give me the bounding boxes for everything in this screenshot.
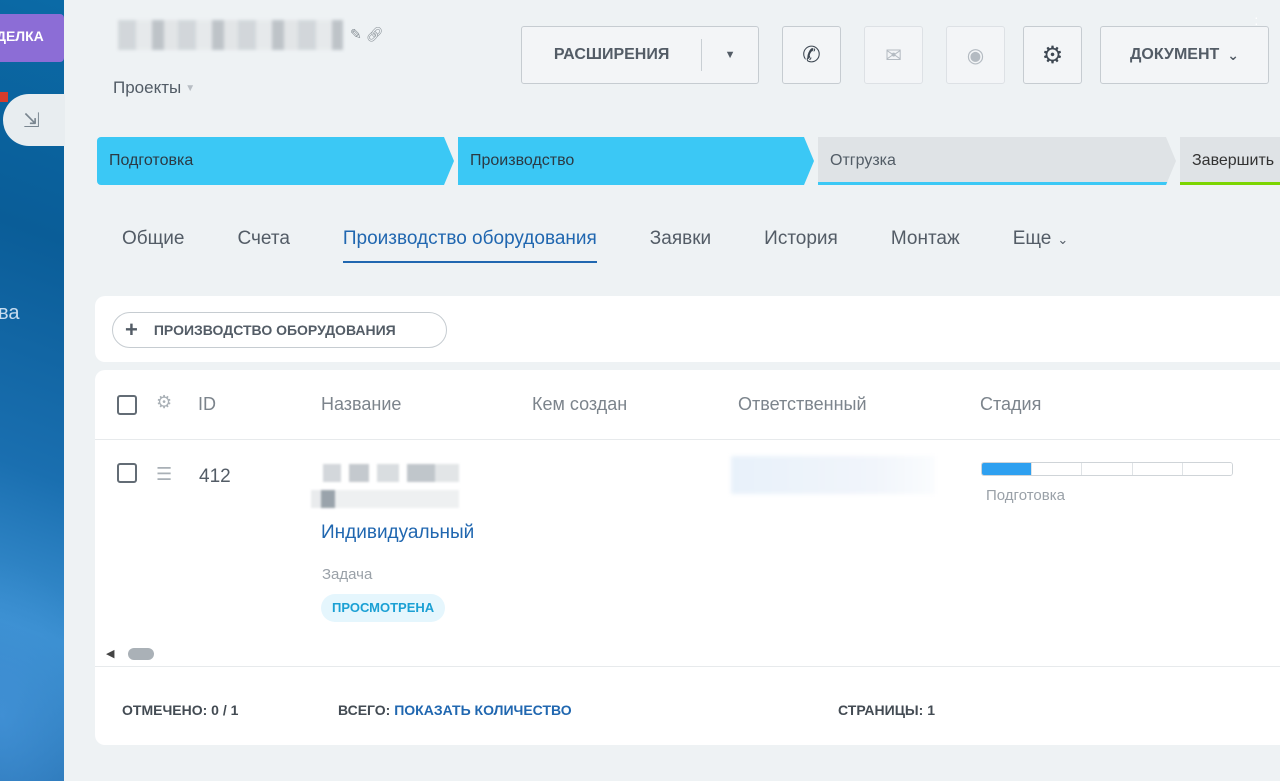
column-header-id[interactable]: ID: [198, 394, 216, 415]
progress-segment: [1032, 463, 1083, 475]
chat-icon: ◉: [966, 44, 985, 67]
collapse-arrow-icon: ⇲: [23, 110, 40, 132]
notification-marker: [0, 92, 8, 102]
chevron-down-icon: ▼: [185, 83, 196, 95]
slider-collapse-button[interactable]: ⇲: [3, 94, 65, 146]
items-grid: ⚙ ID Название Кем создан Ответственный С…: [95, 370, 1280, 745]
extensions-label: РАСШИРЕНИЯ: [553, 46, 670, 63]
marked-value: 0 / 1: [211, 702, 239, 718]
pages-value: 1: [927, 702, 935, 718]
settings-button[interactable]: ⚙: [1023, 26, 1082, 84]
scroll-left-arrow-icon[interactable]: ◀: [106, 647, 114, 660]
stage-production[interactable]: Производство: [458, 137, 814, 185]
sidebar-partial-text: ва: [0, 302, 20, 324]
marked-label: ОТМЕЧЕНО:: [122, 702, 208, 718]
progress-segment: [1082, 463, 1133, 475]
document-button[interactable]: ДОКУМЕНТ ⌄: [1100, 26, 1269, 84]
more-menu-icon[interactable]: · ·: [1254, 10, 1259, 30]
section-selector[interactable]: Проекты ▼: [113, 78, 195, 98]
tab-history[interactable]: История: [764, 225, 838, 263]
chevron-down-icon: ⌄: [1057, 232, 1069, 247]
sidebar-background-glow: [0, 560, 64, 781]
detail-tabs: Общие Счета Производство оборудования За…: [122, 225, 1121, 265]
row-checkbox[interactable]: [117, 463, 137, 483]
sidebar-deal-badge[interactable]: ДЕЛКА: [0, 14, 64, 62]
tab-invoices[interactable]: Счета: [237, 225, 289, 263]
stage-progress-bar[interactable]: [981, 462, 1233, 476]
page-title-redacted: [118, 20, 343, 50]
row-type-label: Задача: [322, 566, 373, 583]
total-count: ВСЕГО: ПОКАЗАТЬ КОЛИЧЕСТВО: [338, 702, 572, 718]
title-edit-icons[interactable]: ✎ 🔗︎: [350, 26, 383, 43]
row-id: 412: [199, 466, 231, 487]
phone-icon: ✆: [802, 42, 821, 67]
tab-installation[interactable]: Монтаж: [891, 225, 960, 263]
extensions-button[interactable]: РАСШИРЕНИЯ ▼: [521, 26, 759, 84]
gear-icon: ⚙: [1041, 41, 1064, 69]
progress-segment: [1182, 463, 1232, 475]
document-label: ДОКУМЕНТ: [1129, 46, 1220, 63]
tab-general[interactable]: Общие: [122, 225, 184, 263]
column-settings-gear-icon[interactable]: ⚙: [156, 392, 172, 413]
chevron-down-icon: ⌄: [1227, 46, 1240, 63]
plus-icon: +: [125, 317, 138, 342]
add-button-label: ПРОИЗВОДСТВО ОБОРУДОВАНИЯ: [153, 322, 396, 338]
stage-shipment[interactable]: Отгрузка: [818, 137, 1176, 185]
status-badge: ПРОСМОТРЕНА: [321, 594, 446, 622]
row-name-redacted: [311, 464, 459, 508]
mail-icon: ✉: [885, 44, 902, 67]
section-label: Проекты: [113, 78, 182, 97]
toolbar-panel: + ПРОИЗВОДСТВО ОБОРУДОВАНИЯ: [95, 296, 1280, 362]
pages-count: СТРАНИЦЫ: 1: [838, 702, 935, 718]
column-header-name[interactable]: Название: [321, 394, 401, 415]
grid-footer: ОТМЕЧЕНО: 0 / 1 ВСЕГО: ПОКАЗАТЬ КОЛИЧЕСТ…: [95, 666, 1280, 745]
marked-count: ОТМЕЧЕНО: 0 / 1: [122, 702, 238, 718]
total-label: ВСЕГО:: [338, 702, 391, 718]
row-name-link[interactable]: Индивидуальный: [321, 522, 474, 544]
column-header-created-by[interactable]: Кем создан: [532, 394, 627, 415]
tab-requests[interactable]: Заявки: [650, 225, 711, 263]
pages-label: СТРАНИЦЫ:: [838, 702, 924, 718]
extensions-dropdown-icon[interactable]: ▼: [702, 49, 758, 61]
call-button[interactable]: ✆: [782, 26, 841, 84]
select-all-checkbox[interactable]: [117, 395, 137, 415]
progress-segment: [982, 463, 1033, 475]
progress-segment: [1132, 463, 1183, 475]
tab-more-label: Еще: [1012, 228, 1052, 249]
chat-button[interactable]: ◉: [946, 26, 1005, 84]
tab-equipment-production[interactable]: Производство оборудования: [342, 225, 597, 263]
grid-header: ⚙ ID Название Кем создан Ответственный С…: [95, 370, 1280, 440]
row-drag-handle-icon[interactable]: ☰: [156, 464, 172, 485]
stage-preparation[interactable]: Подготовка: [97, 137, 454, 185]
tab-more[interactable]: Еще ⌄: [1013, 225, 1069, 263]
show-count-link[interactable]: ПОКАЗАТЬ КОЛИЧЕСТВО: [394, 702, 571, 718]
add-equipment-production-button[interactable]: + ПРОИЗВОДСТВО ОБОРУДОВАНИЯ: [112, 312, 447, 348]
row-responsible-redacted: [731, 456, 935, 494]
stage-finish[interactable]: Завершить: [1180, 137, 1280, 185]
horizontal-scrollbar-thumb[interactable]: [128, 648, 154, 660]
email-button[interactable]: ✉: [864, 26, 923, 84]
column-header-responsible[interactable]: Ответственный: [738, 394, 867, 415]
column-header-stage[interactable]: Стадия: [980, 394, 1041, 415]
row-stage-label: Подготовка: [986, 487, 1065, 504]
